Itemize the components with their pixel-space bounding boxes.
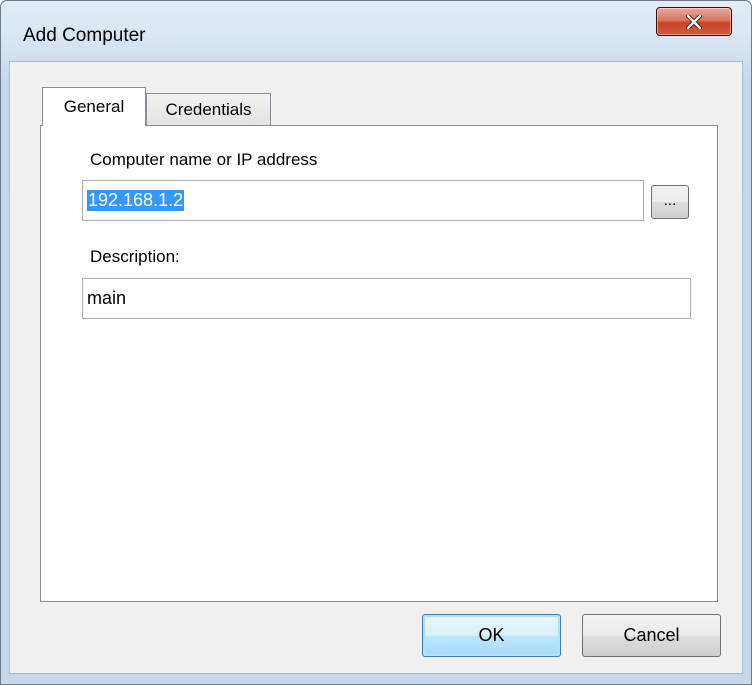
add-computer-dialog: Add Computer General Credentials Compute… xyxy=(0,0,752,685)
computer-name-input[interactable]: 192.168.1.2 xyxy=(82,180,644,221)
computer-name-label: Computer name or IP address xyxy=(90,150,318,169)
title-bar[interactable]: Add Computer xyxy=(1,1,751,61)
close-icon xyxy=(686,14,702,29)
window-title: Add Computer xyxy=(23,25,146,46)
tab-general[interactable]: General xyxy=(42,87,146,126)
ok-button[interactable]: OK xyxy=(422,614,561,657)
close-button[interactable] xyxy=(656,7,732,36)
tab-credentials[interactable]: Credentials xyxy=(146,93,271,126)
tab-label: Credentials xyxy=(165,100,252,119)
description-label: Description: xyxy=(90,247,180,266)
general-tab-panel: Computer name or IP address 192.168.1.2 … xyxy=(40,125,718,602)
computer-name-value: 192.168.1.2 xyxy=(87,190,185,211)
description-value: main xyxy=(87,288,127,308)
tab-label: General xyxy=(63,97,125,116)
description-input[interactable]: main xyxy=(82,278,691,319)
dialog-body: General Credentials Computer name or IP … xyxy=(9,61,743,674)
browse-button[interactable]: ... xyxy=(651,185,689,219)
cancel-button[interactable]: Cancel xyxy=(582,614,721,657)
